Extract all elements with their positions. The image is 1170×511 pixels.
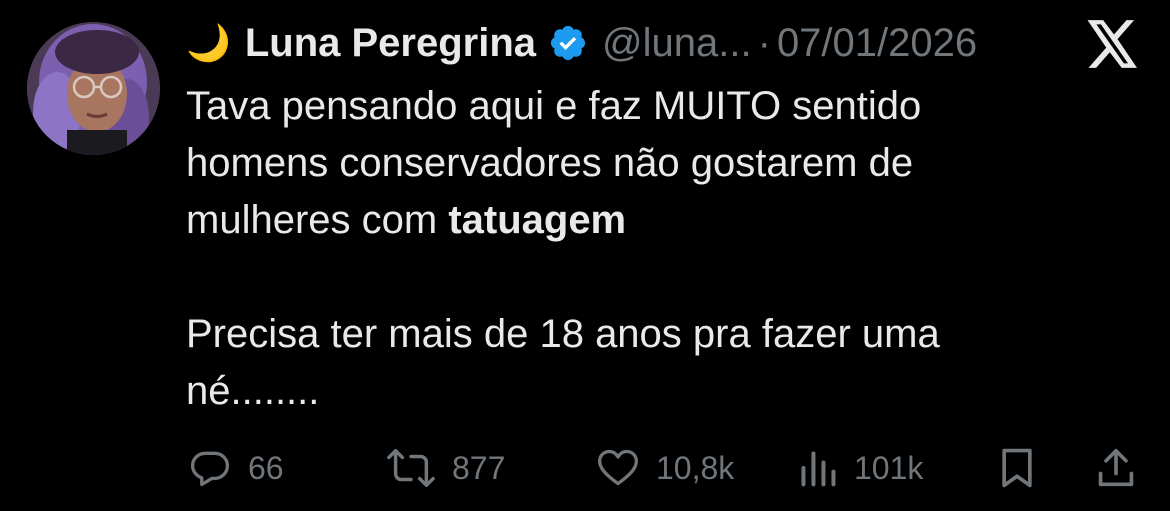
x-logo-icon (1087, 20, 1138, 68)
author-handle[interactable]: @luna... (602, 21, 752, 66)
tweet-line: né........ (186, 369, 320, 413)
tweet-line: Precisa ter mais de 18 anos pra fazer um… (186, 312, 940, 356)
tweet-text: Tava pensando aqui e faz MUITO sentido h… (186, 78, 1086, 420)
tweet-line: homens conservadores não gostarem de (186, 141, 914, 185)
author-name[interactable]: Luna Peregrina (245, 21, 536, 66)
reply-icon (190, 451, 230, 487)
heart-icon (598, 449, 638, 486)
like-button[interactable]: 10,8k (596, 440, 734, 496)
share-icon (1098, 448, 1134, 487)
repost-count: 877 (452, 449, 506, 486)
action-bar: 66 877 10,8k 101k (0, 440, 1170, 496)
tweet-header: 🌙 Luna Peregrina @luna... · 07/01/2026 (186, 16, 977, 70)
bookmark-button[interactable] (997, 440, 1037, 496)
tweet-line: Tava pensando aqui e faz MUITO sentido (186, 84, 922, 128)
tweet-date[interactable]: 07/01/2026 (777, 21, 977, 66)
avatar-image (27, 22, 160, 155)
share-button[interactable] (1096, 440, 1136, 496)
views-icon (801, 451, 836, 487)
bookmark-icon (1002, 448, 1032, 488)
views-button[interactable]: 101k (798, 440, 923, 496)
tweet-card[interactable]: 🌙 Luna Peregrina @luna... · 07/01/2026 T… (0, 0, 1170, 511)
moon-emoji: 🌙 (186, 22, 231, 63)
tweet-line: mulheres com tatuagem (186, 192, 1086, 249)
views-count: 101k (854, 449, 924, 486)
reply-button[interactable]: 66 (188, 440, 284, 496)
verified-badge-icon[interactable] (548, 23, 588, 63)
avatar[interactable] (27, 22, 160, 155)
like-count: 10,8k (656, 449, 735, 486)
repost-button[interactable]: 877 (386, 440, 505, 496)
tweet-line-text: mulheres com (186, 198, 449, 242)
tweet-bold-word: tatuagem (448, 198, 627, 242)
separator-dot: · (757, 20, 771, 65)
repost-icon (387, 448, 435, 488)
reply-count: 66 (248, 449, 284, 486)
